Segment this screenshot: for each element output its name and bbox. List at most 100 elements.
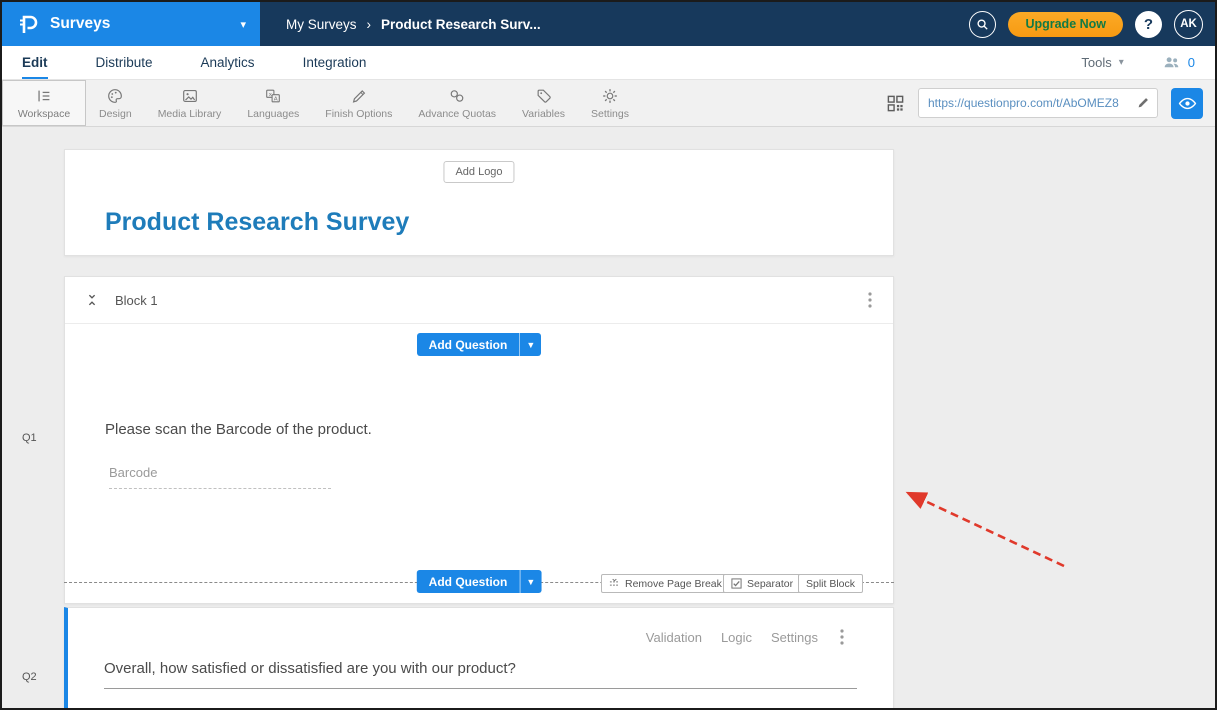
toolbar-item-label: Media Library (158, 108, 222, 120)
barcode-answer-field[interactable]: Barcode (109, 465, 331, 489)
breadcrumb-current-survey: Product Research Surv... (381, 17, 541, 32)
languages-icon: xA (264, 86, 282, 105)
eye-preview-icon (1178, 94, 1197, 113)
chevron-down-icon: ▾ (240, 18, 246, 31)
top-navigation-bar: Surveys ▾ My Surveys › Product Research … (2, 2, 1215, 46)
media-library-icon (181, 86, 199, 105)
toolbar-item-label: Workspace (18, 108, 70, 120)
advance-quotas-icon (448, 86, 466, 105)
questionpro-logo-icon (16, 12, 40, 36)
toolbar-item-advance-quotas[interactable]: Advance Quotas (405, 80, 509, 126)
pencil-edit-icon[interactable] (1136, 95, 1151, 110)
remove-page-break-label: Remove Page Break (625, 578, 722, 590)
add-question-split-button[interactable]: Add Question ▼ (417, 333, 542, 356)
page-break-row: Add Question ▼ Remove Page Break Separat… (65, 569, 893, 595)
validation-link[interactable]: Validation (646, 630, 702, 645)
product-name: Surveys (50, 15, 230, 33)
remove-page-break-button[interactable]: Remove Page Break (601, 574, 730, 593)
tab-integration[interactable]: Integration (303, 46, 367, 79)
toolbar-item-label: Languages (247, 108, 299, 120)
question-text: Overall, how satisfied or dissatisfied a… (104, 660, 516, 677)
toolbar-item-media-library[interactable]: Media Library (145, 80, 235, 126)
add-question-dropdown[interactable]: ▼ (519, 333, 541, 356)
qr-code-icon[interactable] (886, 94, 905, 113)
collaborators-indicator[interactable]: 0 (1162, 53, 1195, 72)
preview-survey-button[interactable] (1171, 88, 1203, 119)
survey-title[interactable]: Product Research Survey (105, 208, 409, 237)
search-icon (975, 17, 990, 32)
help-button[interactable]: ? (1135, 11, 1162, 38)
add-question-split-button[interactable]: Add Question ▼ (417, 570, 542, 593)
svg-text:A: A (274, 96, 278, 102)
collapse-block-icon[interactable] (85, 293, 99, 307)
separator-label: Separator (747, 578, 793, 590)
separator-button[interactable]: Separator (723, 574, 801, 593)
survey-header-card: Add Logo Product Research Survey (64, 149, 894, 256)
toolbar-item-label: Variables (522, 108, 565, 120)
questionpro-survey-editor: Surveys ▾ My Surveys › Product Research … (0, 0, 1217, 710)
section-tabs: Edit Distribute Analytics Integration To… (2, 46, 1215, 80)
breadcrumb: My Surveys › Product Research Surv... (286, 17, 541, 32)
toolbar-item-finish-options[interactable]: Finish Options (312, 80, 405, 126)
logic-link[interactable]: Logic (721, 630, 752, 645)
svg-text:x: x (269, 92, 272, 98)
toolbar-item-variables[interactable]: Variables (509, 80, 578, 126)
question-card-selected: Validation Logic Settings Overall, how s… (64, 607, 894, 710)
survey-url-input[interactable] (918, 88, 1158, 118)
separator-checkbox-icon (731, 578, 742, 589)
block-menu-kebab-icon[interactable] (867, 291, 873, 309)
chevron-down-icon: ▾ (1119, 57, 1124, 68)
toolbar-item-design[interactable]: Design (86, 80, 145, 126)
tabbar-right: Tools ▾ 0 (1081, 46, 1195, 79)
breadcrumb-separator-icon: › (367, 17, 372, 32)
toolbar-item-label: Design (99, 108, 132, 120)
toolbar-item-workspace[interactable]: Workspace (2, 80, 86, 126)
product-switcher[interactable]: Surveys ▾ (2, 2, 260, 46)
tab-edit[interactable]: Edit (22, 46, 48, 79)
toolbar-right (886, 80, 1215, 126)
workspace-icon (35, 86, 53, 105)
block-title[interactable]: Block 1 (115, 293, 158, 308)
toolbar-item-label: Finish Options (325, 108, 392, 120)
topbar-actions: Upgrade Now ? AK (969, 10, 1215, 39)
survey-url-field-wrap (918, 88, 1158, 118)
tools-label: Tools (1081, 55, 1111, 70)
question-text[interactable]: Please scan the Barcode of the product. (105, 421, 372, 438)
survey-canvas: Q1 Q2 Add Logo Product Research Survey B… (2, 127, 1215, 710)
chevron-down-icon: ▼ (526, 577, 535, 587)
question-number-label: Q1 (22, 432, 37, 444)
chevron-down-icon: ▼ (526, 340, 535, 350)
question-number-label: Q2 (22, 671, 37, 683)
tab-distribute[interactable]: Distribute (96, 46, 153, 79)
toolbar-item-languages[interactable]: xA Languages (234, 80, 312, 126)
editor-toolbar: Workspace Design Media Library xA Langua… (2, 80, 1215, 127)
add-question-row: Add Question ▼ (65, 333, 893, 356)
question-actions: Validation Logic Settings (646, 628, 845, 646)
add-logo-button[interactable]: Add Logo (443, 161, 514, 183)
tab-analytics[interactable]: Analytics (201, 46, 255, 79)
upgrade-now-button[interactable]: Upgrade Now (1008, 12, 1123, 37)
add-question-button[interactable]: Add Question (417, 333, 520, 356)
settings-gear-icon (601, 86, 619, 105)
toolbar-item-label: Advance Quotas (418, 108, 496, 120)
split-block-label: Split Block (806, 578, 855, 590)
people-icon (1162, 53, 1181, 72)
question-menu-kebab-icon[interactable] (839, 628, 845, 646)
search-button[interactable] (969, 11, 996, 38)
user-avatar[interactable]: AK (1174, 10, 1203, 39)
add-question-button[interactable]: Add Question (417, 570, 520, 593)
collaborators-count: 0 (1188, 55, 1195, 70)
settings-link[interactable]: Settings (771, 630, 818, 645)
tools-menu[interactable]: Tools ▾ (1081, 55, 1123, 70)
add-question-dropdown[interactable]: ▼ (519, 570, 541, 593)
variables-tag-icon (535, 86, 553, 105)
breadcrumb-my-surveys[interactable]: My Surveys (286, 17, 357, 32)
block-header: Block 1 (65, 277, 893, 324)
toolbar-item-settings[interactable]: Settings (578, 80, 642, 126)
split-block-button[interactable]: Split Block (798, 574, 863, 593)
question-text-editor[interactable]: Overall, how satisfied or dissatisfied a… (104, 660, 857, 689)
toolbar-item-label: Settings (591, 108, 629, 120)
design-palette-icon (106, 86, 124, 105)
page-break-icon (609, 578, 620, 589)
finish-options-icon (350, 86, 368, 105)
